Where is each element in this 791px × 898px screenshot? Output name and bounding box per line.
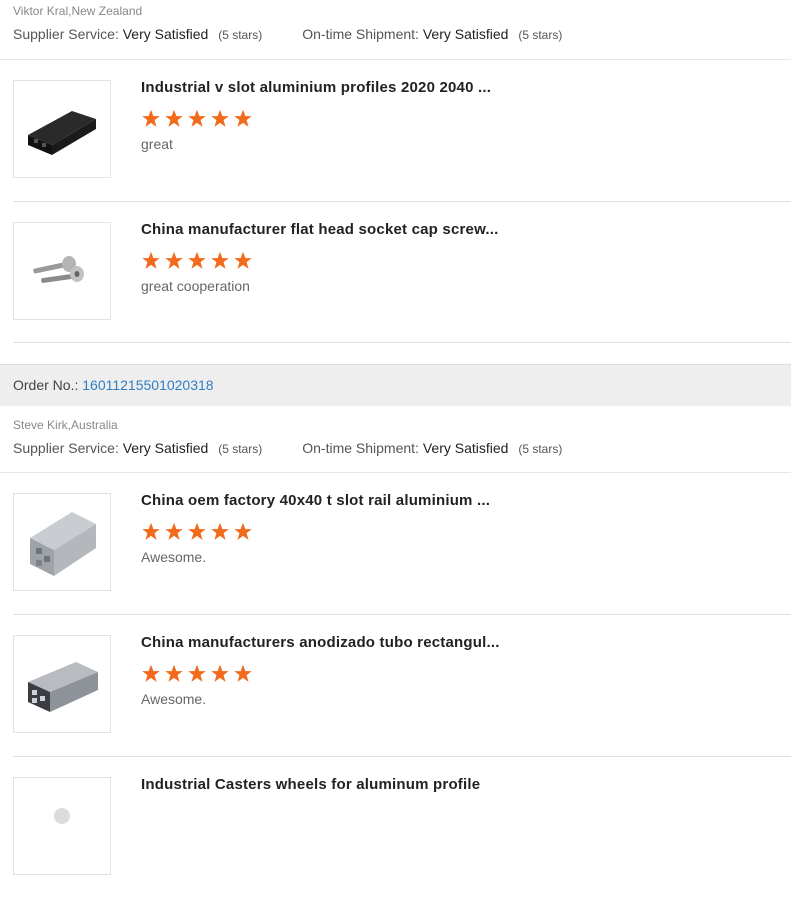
supplier-service-label: Supplier Service:: [13, 440, 119, 456]
caster-wheel-image: [54, 808, 70, 824]
star-rating: [141, 109, 253, 128]
review-comment: great cooperation: [141, 278, 250, 294]
star-icon: [165, 251, 183, 269]
product-review-item: China oem factory 40x40 t slot rail alum…: [13, 473, 791, 615]
screws-image: [33, 256, 84, 283]
shipment-stars: (5 stars): [518, 28, 563, 42]
star-icon: [142, 109, 160, 127]
product-thumbnail[interactable]: [13, 222, 111, 320]
shipment-value: Very Satisfied: [422, 26, 509, 42]
star-icon: [188, 251, 206, 269]
star-icon: [211, 109, 229, 127]
black-aluminium-profile-image: [28, 111, 96, 155]
buyer-name: Viktor Kral,New Zealand: [13, 4, 143, 18]
aluminium-profile-image: [28, 662, 98, 712]
product-thumbnail[interactable]: [13, 80, 111, 178]
shipment-value: Very Satisfied: [422, 440, 509, 456]
product-title[interactable]: China manufacturer flat head socket cap …: [141, 221, 499, 238]
star-icon: [165, 522, 183, 540]
supplier-service-value: Very Satisfied: [122, 26, 209, 42]
star-icon: [211, 664, 229, 682]
product-review-item: Industrial Casters wheels for aluminum p…: [13, 757, 791, 898]
star-icon: [211, 522, 229, 540]
order-number-link[interactable]: 16011215501020318: [82, 377, 213, 393]
star-rating: [141, 251, 253, 270]
review-1-header: Viktor Kral,New Zealand Supplier Service…: [0, 0, 791, 46]
star-icon: [165, 664, 183, 682]
product-thumbnail[interactable]: [13, 493, 111, 591]
supplier-service-stars: (5 stars): [218, 442, 263, 456]
supplier-service-label: Supplier Service:: [13, 26, 119, 42]
product-title[interactable]: China manufacturers anodizado tubo recta…: [141, 634, 500, 651]
review-comment: Awesome.: [141, 691, 207, 707]
order-label: Order No.:: [13, 377, 79, 393]
star-icon: [188, 522, 206, 540]
rating-summary: Supplier Service: Very Satisfied (5 star…: [13, 22, 778, 46]
product-title[interactable]: Industrial v slot aluminium profiles 202…: [141, 79, 491, 96]
silver-aluminium-profile-image: [30, 512, 96, 576]
shipment-label: On-time Shipment:: [302, 26, 419, 42]
star-icon: [142, 664, 160, 682]
star-icon: [142, 522, 160, 540]
star-rating: [141, 664, 253, 683]
star-icon: [188, 109, 206, 127]
star-icon: [234, 109, 252, 127]
buyer-name: Steve Kirk,Australia: [13, 418, 118, 432]
review-comment: great: [141, 136, 173, 152]
product-review-item: China manufacturers anodizado tubo recta…: [13, 615, 791, 757]
order-number-bar: Order No.: 16011215501020318: [0, 364, 791, 406]
product-thumbnail[interactable]: [13, 635, 111, 733]
product-review-item: Industrial v slot aluminium profiles 202…: [13, 60, 791, 202]
product-title[interactable]: China oem factory 40x40 t slot rail alum…: [141, 492, 490, 509]
star-icon: [188, 664, 206, 682]
review-comment: Awesome.: [141, 549, 207, 565]
star-icon: [211, 251, 229, 269]
star-icon: [234, 522, 252, 540]
review-2-header: Steve Kirk,Australia Supplier Service: V…: [0, 414, 791, 460]
supplier-service-value: Very Satisfied: [122, 440, 209, 456]
supplier-service-stars: (5 stars): [218, 28, 263, 42]
product-review-item: China manufacturer flat head socket cap …: [13, 202, 791, 343]
star-icon: [142, 251, 160, 269]
star-rating: [141, 522, 253, 541]
star-icon: [234, 251, 252, 269]
shipment-label: On-time Shipment:: [302, 440, 419, 456]
product-title[interactable]: Industrial Casters wheels for aluminum p…: [141, 776, 480, 793]
rating-summary: Supplier Service: Very Satisfied (5 star…: [13, 436, 778, 460]
star-icon: [234, 664, 252, 682]
star-icon: [165, 109, 183, 127]
product-thumbnail[interactable]: [13, 777, 111, 875]
shipment-stars: (5 stars): [518, 442, 563, 456]
